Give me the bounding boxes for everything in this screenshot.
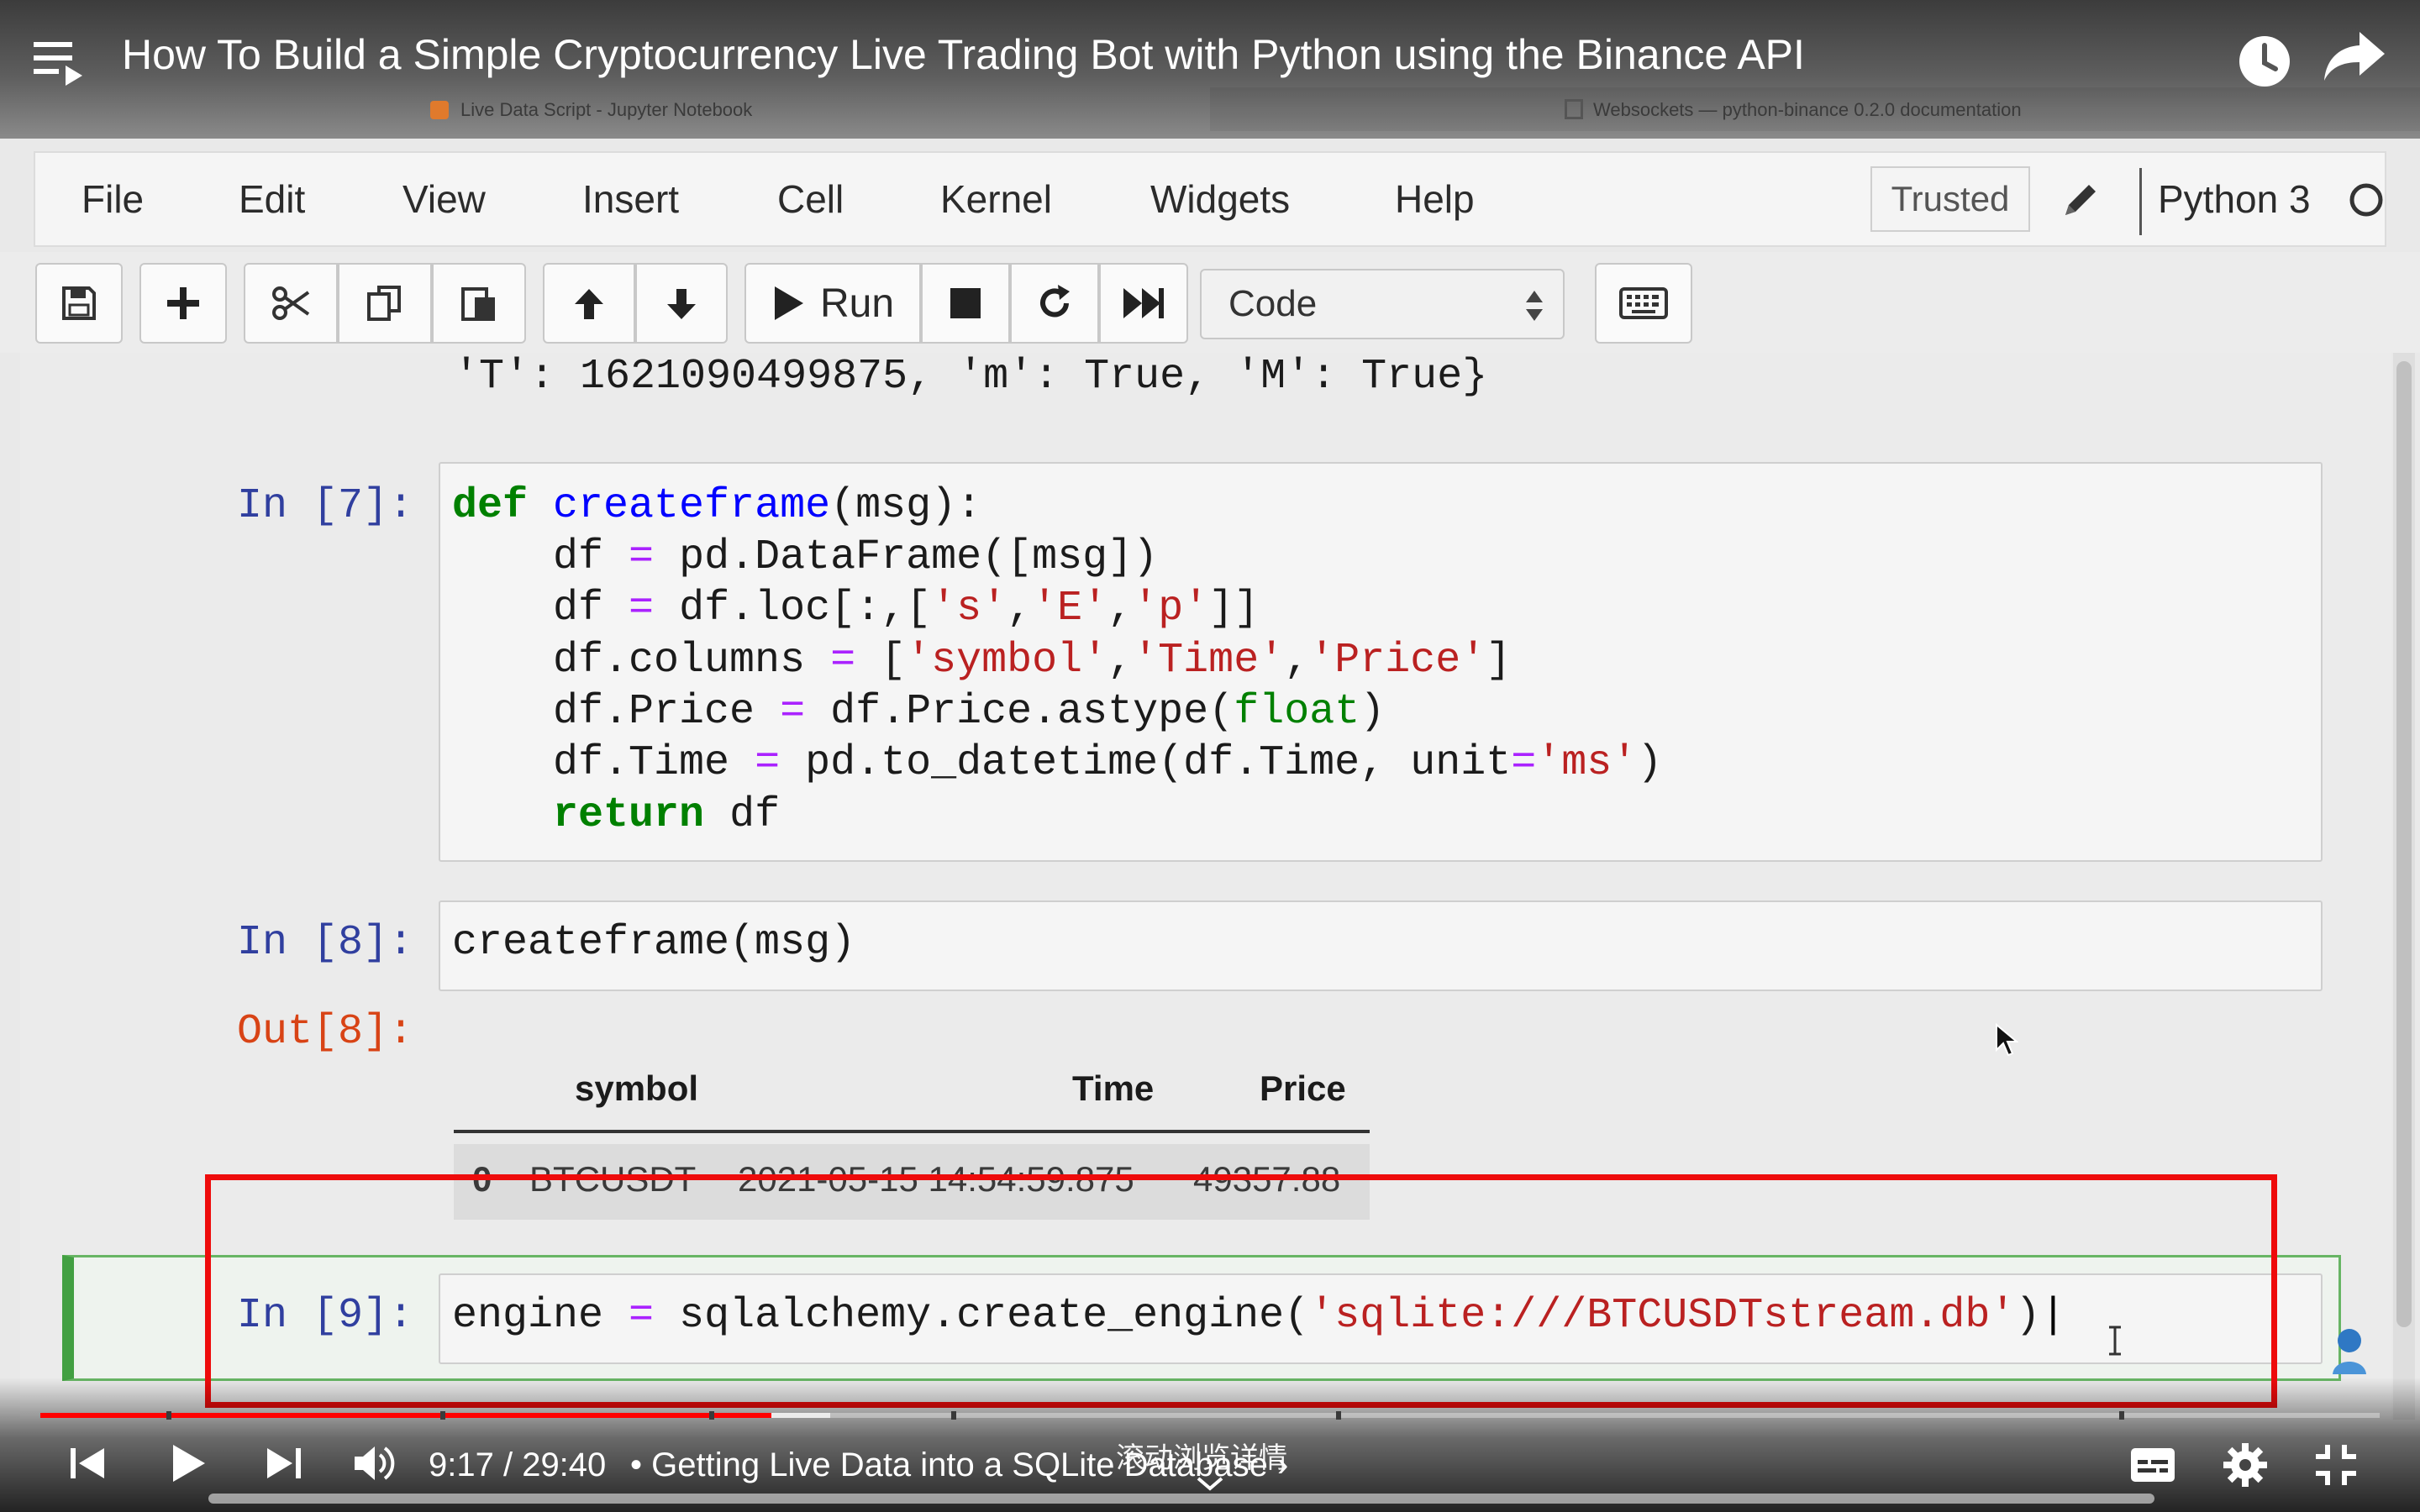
menu-help[interactable]: Help xyxy=(1395,176,1475,222)
previous-output-text: 'T': 1621090499875, 'm': True, 'M': True… xyxy=(454,353,1488,401)
copy-icon xyxy=(367,286,401,321)
menu-cell[interactable]: Cell xyxy=(777,176,844,222)
time-display: 9:17 / 29:40 xyxy=(429,1446,607,1483)
menu-kernel[interactable]: Kernel xyxy=(940,176,1052,222)
skip-next-icon xyxy=(267,1448,301,1478)
gear-icon xyxy=(2223,1443,2267,1487)
save-button[interactable] xyxy=(35,263,123,344)
notebook-scrollbar-thumb[interactable] xyxy=(2396,361,2412,1327)
paste-icon xyxy=(461,287,495,321)
cell7-prompt: In [7]: xyxy=(237,482,414,530)
cut-button[interactable] xyxy=(244,263,338,344)
captions-icon xyxy=(2131,1448,2175,1482)
df-header-rule xyxy=(454,1130,1370,1133)
exit-fullscreen-icon xyxy=(2316,1445,2356,1485)
trusted-badge[interactable]: Trusted xyxy=(1870,166,2030,232)
jupyter-favicon-icon xyxy=(430,101,449,119)
cell-type-value: Code xyxy=(1228,283,1318,324)
edit-pencil-icon[interactable] xyxy=(2059,178,2102,226)
code-line: df.Time = pd.to_datetime(df.Time, unit='… xyxy=(452,739,1663,787)
video-progress-buffered xyxy=(771,1413,830,1418)
df-header-price: Price xyxy=(1260,1068,1346,1108)
menu-file[interactable]: File xyxy=(82,176,144,222)
select-arrows-icon xyxy=(1526,291,1543,321)
kernel-idle-indicator-icon xyxy=(2348,181,2385,223)
chapter-marker xyxy=(709,1411,714,1420)
playlist-queue-icon[interactable] xyxy=(32,35,96,93)
cell8-code: createframe(msg) xyxy=(452,919,856,967)
browser-tab-docs: Websockets — python-binance 0.2.0 docume… xyxy=(1565,99,2022,121)
subtitles-button[interactable] xyxy=(2129,1446,2176,1488)
video-progress-played xyxy=(40,1413,771,1418)
arrow-down-icon xyxy=(667,289,696,319)
menu-edit[interactable]: Edit xyxy=(239,176,305,222)
copy-button[interactable] xyxy=(338,263,432,344)
volume-button[interactable] xyxy=(351,1443,398,1488)
arrow-up-icon xyxy=(575,289,603,319)
mouse-pointer-icon xyxy=(1995,1022,2019,1061)
skip-previous-icon xyxy=(71,1448,104,1478)
page-horizontal-scrollbar[interactable] xyxy=(208,1494,2154,1504)
chapter-marker xyxy=(1336,1411,1341,1420)
play-icon xyxy=(173,1445,205,1482)
video-title: How To Build a Simple Cryptocurrency Liv… xyxy=(122,31,1805,78)
cell8-out-prompt: Out[8]: xyxy=(237,1008,414,1056)
scissors-icon xyxy=(272,286,310,320)
keyboard-icon xyxy=(1619,287,1668,319)
tab-label: Websockets — python-binance 0.2.0 docume… xyxy=(1593,99,2022,120)
interrupt-button[interactable] xyxy=(921,263,1010,344)
df-header-symbol: symbol xyxy=(575,1068,699,1108)
presenter-avatar-icon xyxy=(2328,1326,2371,1380)
menu-insert[interactable]: Insert xyxy=(582,176,679,222)
run-button[interactable]: Run xyxy=(744,263,921,344)
scroll-details-hint[interactable]: 滚动浏览详情 xyxy=(1116,1435,1287,1476)
settings-button[interactable] xyxy=(2222,1441,2269,1493)
df-header-time: Time xyxy=(1072,1068,1155,1108)
exit-fullscreen-button[interactable] xyxy=(2312,1441,2360,1493)
fast-forward-icon xyxy=(1123,288,1164,318)
cell8-prompt: In [8]: xyxy=(237,919,414,967)
insert-cell-button[interactable] xyxy=(139,263,227,344)
menu-widgets[interactable]: Widgets xyxy=(1150,176,1290,222)
refresh-icon xyxy=(1040,285,1070,318)
run-button-label: Run xyxy=(819,281,895,326)
kernel-name: Python 3 xyxy=(2158,177,2311,221)
play-button[interactable] xyxy=(168,1441,208,1489)
plus-icon xyxy=(167,287,199,319)
tab-label: Live Data Script - Jupyter Notebook xyxy=(460,99,753,120)
chapter-marker xyxy=(166,1411,171,1420)
watch-later-icon[interactable] xyxy=(2235,32,2294,95)
code-line: def createframe(msg): xyxy=(452,482,982,530)
chapter-marker xyxy=(2119,1411,2124,1420)
browser-tab-jupyter: Live Data Script - Jupyter Notebook xyxy=(430,99,752,121)
restart-run-all-button[interactable] xyxy=(1099,263,1188,344)
volume-icon xyxy=(355,1446,395,1480)
previous-video-button[interactable] xyxy=(67,1445,108,1486)
command-palette-button[interactable] xyxy=(1595,263,1692,344)
kernel-separator xyxy=(2139,168,2142,235)
docs-favicon-icon xyxy=(1565,99,1583,119)
play-icon xyxy=(774,286,803,320)
stop-icon xyxy=(950,288,981,318)
move-down-button[interactable] xyxy=(635,263,728,344)
annotation-highlight-box xyxy=(205,1174,2277,1408)
move-up-button[interactable] xyxy=(543,263,635,344)
code-line: df.columns = ['symbol','Time','Price'] xyxy=(452,637,1512,685)
code-line: df = pd.DataFrame([msg]) xyxy=(452,533,1159,581)
code-line: df.Price = df.Price.astype(float) xyxy=(452,688,1386,736)
save-icon xyxy=(62,286,96,320)
menu-view[interactable]: View xyxy=(402,176,486,222)
code-line: return df xyxy=(553,791,781,839)
cell-type-select[interactable]: Code xyxy=(1200,269,1565,339)
chapter-marker xyxy=(440,1411,445,1420)
chapter-marker xyxy=(951,1411,956,1420)
next-video-button[interactable] xyxy=(264,1445,304,1486)
share-icon[interactable] xyxy=(2321,27,2388,90)
code-line: df = df.loc[:,['s','E','p']] xyxy=(452,585,1260,633)
paste-button[interactable] xyxy=(432,263,526,344)
restart-kernel-button[interactable] xyxy=(1010,263,1099,344)
